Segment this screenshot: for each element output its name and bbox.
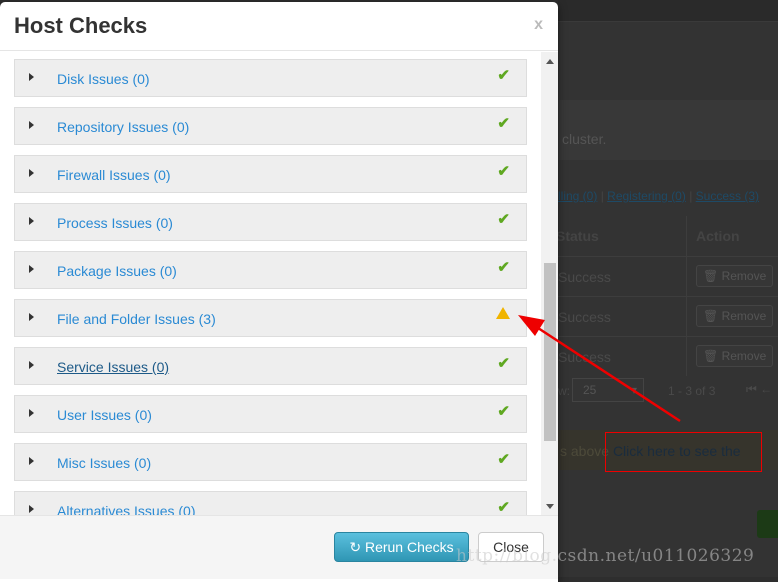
watermark: http://blog.csdn.net/u011026329 xyxy=(456,546,755,566)
annotation-arrow xyxy=(518,315,681,423)
